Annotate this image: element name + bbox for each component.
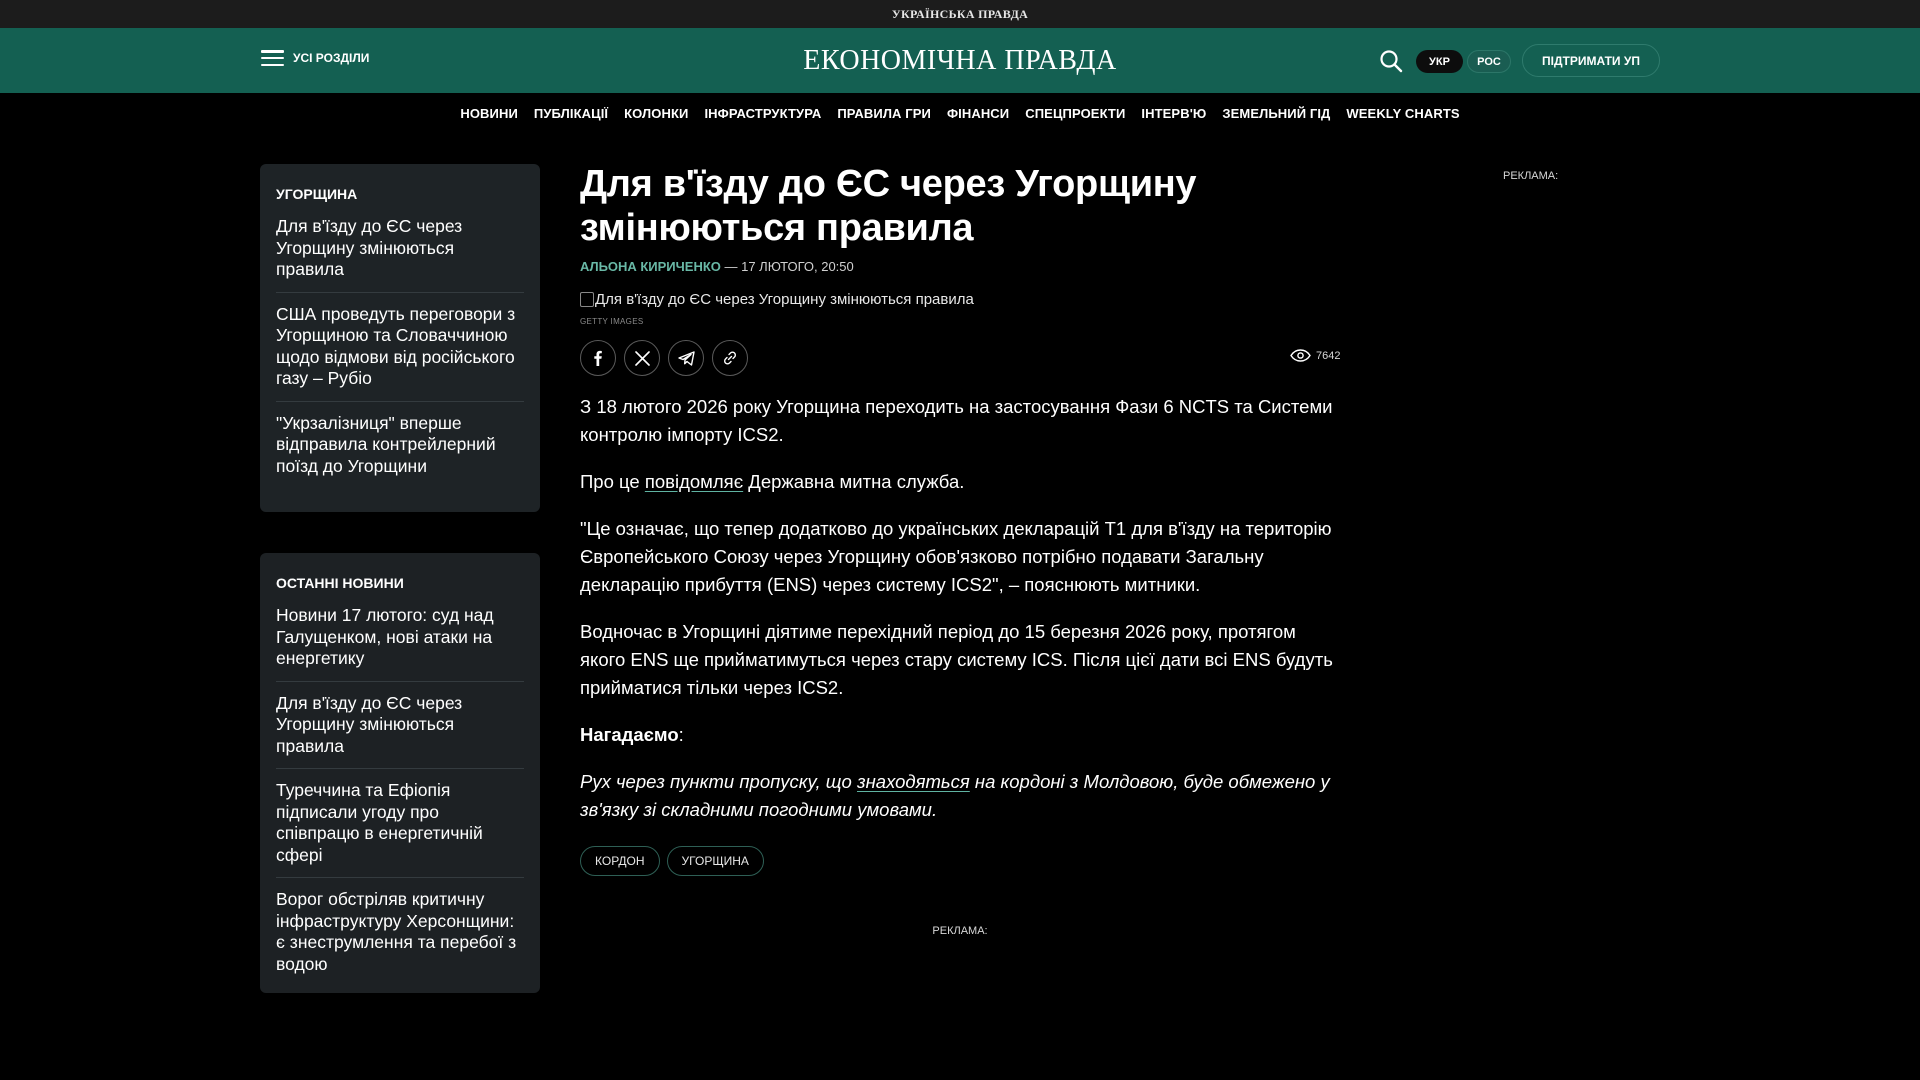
reminder-paragraph: Нагадаємо: [580,724,684,745]
nav-news[interactable]: НОВИНИ [460,106,518,121]
support-button[interactable]: ПІДТРИМАТИ УП [1522,44,1660,77]
related-link[interactable]: знаходяться [857,771,970,792]
nav-weekly-charts[interactable]: WEEKLY CHARTS [1346,106,1459,121]
nav-rules[interactable]: ПРАВИЛА ГРИ [837,106,931,121]
ad-label-bottom: РЕКЛАМА: [932,925,988,937]
up-logo[interactable]: УКРАЇНСЬКА ПРАВДА [892,7,1028,22]
section-nav: НОВИНИ ПУБЛІКАЦІЇ КОЛОНКИ ІНФРАСТРУКТУРА… [0,93,1920,133]
x-icon[interactable] [624,340,660,376]
latest-news-item[interactable]: Ворог обстріляв критичну інфраструктуру … [276,889,524,986]
latest-news-item[interactable]: Для в'їзду до ЄС через Угорщину змінюють… [276,693,524,769]
article-image-alt: Для в'їзду до ЄС через Угорщину змінюють… [595,291,974,308]
paragraph: Рух через пункти пропуску, що знаходятьс… [580,771,1330,820]
eye-icon [1290,349,1311,362]
byline: АЛЬОНА КИРИЧЕНКО — 17 ЛЮТОГО, 20:50 [580,259,1340,274]
image-credit: GETTY IMAGES [580,317,644,326]
site-logo[interactable]: ЕКОНОМІЧНА ПРАВДА [803,45,1116,76]
all-sections-button[interactable]: УСІ РОЗДІЛИ [261,50,369,66]
article: Для в'їзду до ЄС через Угорщину змінюють… [580,162,1340,876]
publish-date: — 17 ЛЮТОГО, 20:50 [720,259,854,274]
sidebar-cutoff [260,993,540,1080]
top-bar: УКРАЇНСЬКА ПРАВДА [0,0,1920,28]
all-sections-label: УСІ РОЗДІЛИ [293,51,370,65]
topic-news-item[interactable]: Для в'їзду до ЄС через Угорщину змінюють… [276,216,524,293]
paragraph: Водночас в Угорщині діятиме перехідний п… [580,621,1333,698]
nav-publications[interactable]: ПУБЛІКАЦІЇ [534,106,608,121]
latest-news-title: ОСТАННІ НОВИНИ [276,575,404,591]
ad-label-right: РЕКЛАМА: [1503,170,1559,182]
tag-hungary[interactable]: УГОРЩИНА [666,846,764,876]
link-icon[interactable] [712,340,748,376]
broken-image-icon [580,292,594,307]
author-link[interactable]: АЛЬОНА КИРИЧЕНКО [580,259,721,274]
reminder-label: Нагадаємо [580,724,679,745]
latest-news-item[interactable]: Новини 17 лютого: суд над Галущенком, но… [276,605,524,682]
lang-rus-button[interactable]: РОС [1467,50,1511,73]
views-counter: 7642 [1290,349,1340,362]
paragraph: "Це означає, що тепер додатково до украї… [580,518,1332,595]
nav-finance[interactable]: ФІНАНСИ [947,106,1009,121]
topic-sidebar: УГОРЩИНА Для в'їзду до ЄС через Угорщину… [260,164,540,512]
article-title: Для в'їзду до ЄС через Угорщину змінюють… [580,163,1197,249]
topic-title[interactable]: УГОРЩИНА [276,186,524,202]
article-body: З 18 лютого 2026 року Угорщина переходит… [580,393,1340,824]
paragraph: Про це повідомляє Державна митна служба. [580,471,965,492]
topic-news-item[interactable]: США проведуть переговори з Угорщиною та … [276,304,524,402]
site-header: УСІ РОЗДІЛИ ЕКОНОМІЧНА ПРАВДА УКР РОС ПІ… [0,28,1920,93]
lang-ukr-button[interactable]: УКР [1416,50,1463,73]
nav-columns[interactable]: КОЛОНКИ [624,106,688,121]
article-image: Для в'їзду до ЄС через Угорщину змінюють… [580,291,1340,308]
views-count: 7642 [1316,349,1341,362]
paragraph: З 18 лютого 2026 року Угорщина переходит… [580,396,1333,445]
share-row: 7642 [580,340,1340,376]
nav-land-guide[interactable]: ЗЕМЕЛЬНИЙ ГІД [1222,106,1330,121]
search-icon[interactable] [1378,48,1404,74]
tags: КОРДОН УГОРЩИНА [580,846,1340,876]
topic-news-item[interactable]: "Укрзалізниця" вперше відправила контрей… [276,413,524,489]
nav-interview[interactable]: ІНТЕРВ'Ю [1141,106,1206,121]
source-link[interactable]: повідомляє [645,471,743,492]
latest-news-item[interactable]: Туреччина та Ефіопія підписали угоду про… [276,780,524,878]
tag-border[interactable]: КОРДОН [580,846,660,876]
facebook-icon[interactable] [580,340,616,376]
nav-infrastructure[interactable]: ІНФРАСТРУКТУРА [704,106,821,121]
telegram-icon[interactable] [668,340,704,376]
hamburger-icon [261,50,284,66]
nav-special-projects[interactable]: СПЕЦПРОЕКТИ [1025,106,1125,121]
